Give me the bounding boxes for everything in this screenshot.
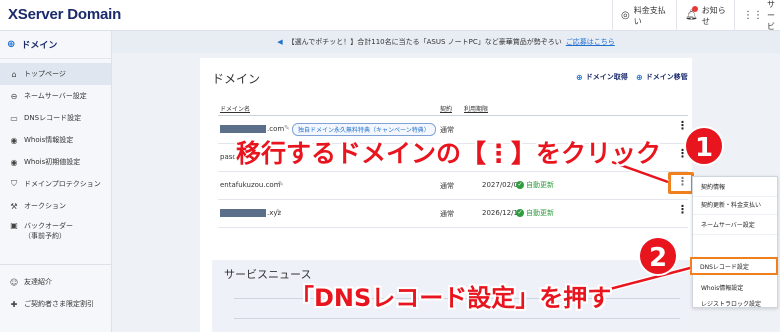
step1-badge: 1 xyxy=(684,126,724,166)
step2-instruction: 「DNSレコード設定」を押す xyxy=(290,284,612,312)
step2-badge: 2 xyxy=(638,236,678,276)
step1-instruction: 移行するドメインの【⋮】をクリック xyxy=(236,139,662,168)
